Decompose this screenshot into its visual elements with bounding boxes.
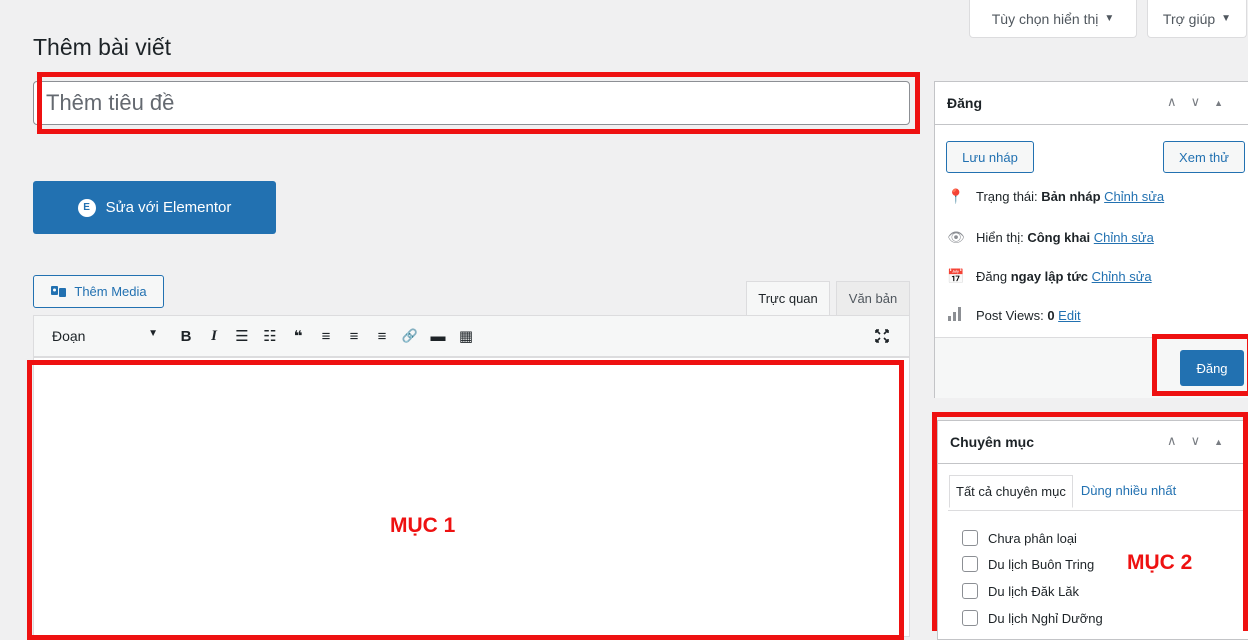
format-select-value: Đoạn	[52, 328, 86, 344]
pin-icon: 📍	[947, 188, 965, 204]
screen-options-button[interactable]: Tùy chọn hiển thị ▼	[969, 0, 1137, 38]
elementor-button-label: Sửa với Elementor	[105, 199, 232, 216]
save-draft-label: Lưu nháp	[962, 149, 1018, 165]
visibility-value: Công khai	[1027, 230, 1091, 245]
quote-icon[interactable]: ❝	[284, 327, 312, 345]
toolbar-toggle-icon[interactable]: ▦	[452, 327, 480, 345]
screen-options-label: Tùy chọn hiển thị	[991, 10, 1099, 27]
highlight-categories-box	[932, 412, 1248, 631]
publish-box-title: Đăng	[947, 95, 982, 111]
edit-schedule-link[interactable]: Chỉnh sửa	[1092, 269, 1152, 284]
add-media-label: Thêm Media	[74, 284, 147, 299]
highlight-editor-box	[27, 360, 904, 640]
read-more-icon[interactable]: ▬	[424, 328, 452, 345]
tab-text-label: Văn bản	[848, 291, 898, 306]
numbered-list-icon[interactable]: ☷	[256, 327, 284, 345]
visibility-label: Hiển thị:	[976, 230, 1024, 245]
italic-icon[interactable]: I	[200, 328, 228, 345]
highlight-title-box	[37, 72, 920, 134]
views-value: 0	[1047, 308, 1055, 323]
tab-visual-label: Trực quan	[758, 291, 818, 306]
fullscreen-icon[interactable]	[873, 327, 891, 345]
status-label: Trạng thái:	[976, 189, 1038, 204]
save-draft-button[interactable]: Lưu nháp	[946, 141, 1034, 173]
schedule-label: Đăng	[976, 269, 1008, 284]
visibility-row: 👁 Hiển thị: Công khai Chỉnh sửa	[946, 229, 1154, 246]
collapse-icon[interactable]: ▲	[1214, 94, 1223, 112]
align-right-icon[interactable]: ≡	[368, 328, 396, 345]
move-up-icon[interactable]: ∧	[1167, 94, 1177, 112]
status-row: 📍 Trạng thái: Bản nháp Chỉnh sửa	[946, 188, 1164, 205]
edit-visibility-link[interactable]: Chỉnh sửa	[1094, 230, 1154, 245]
post-views-row: Post Views: 0 Edit	[946, 306, 1081, 325]
chevron-down-icon: ▼	[1104, 13, 1115, 24]
calendar-icon: 📅	[947, 268, 965, 284]
highlight-publish-button	[1152, 334, 1248, 396]
edit-with-elementor-button[interactable]: E Sửa với Elementor	[33, 181, 276, 234]
bold-icon[interactable]: B	[172, 328, 200, 345]
format-select[interactable]: Đoạn ▼	[34, 328, 172, 344]
help-button[interactable]: Trợ giúp ▼	[1147, 0, 1247, 38]
link-icon[interactable]: 🔗	[396, 328, 424, 344]
bar-chart-icon	[946, 306, 966, 325]
edit-status-link[interactable]: Chỉnh sửa	[1104, 189, 1164, 204]
page-title: Thêm bài viết	[33, 34, 172, 60]
chevron-down-icon: ▼	[148, 328, 158, 339]
help-label: Trợ giúp	[1162, 10, 1216, 27]
tab-visual[interactable]: Trực quan	[746, 281, 830, 315]
align-center-icon[interactable]: ≡	[340, 328, 368, 345]
chevron-down-icon: ▼	[1221, 13, 1232, 24]
tab-text[interactable]: Văn bản	[836, 281, 910, 315]
editor-toolbar: Đoạn ▼ B I ☰ ☷ ❝ ≡ ≡ ≡ 🔗 ▬ ▦	[33, 315, 910, 357]
bullet-list-icon[interactable]: ☰	[228, 327, 256, 345]
elementor-logo-icon: E	[77, 198, 96, 217]
align-left-icon[interactable]: ≡	[312, 328, 340, 345]
add-media-button[interactable]: Thêm Media	[33, 275, 164, 308]
edit-views-link[interactable]: Edit	[1058, 308, 1080, 323]
views-label: Post Views:	[976, 308, 1044, 323]
move-down-icon[interactable]: ∨	[1191, 94, 1201, 112]
schedule-value: ngay lập tức	[1010, 269, 1089, 284]
schedule-row: 📅 Đăng ngay lập tức Chỉnh sửa	[946, 268, 1152, 285]
preview-button[interactable]: Xem thử	[1163, 141, 1245, 173]
preview-label: Xem thử	[1179, 149, 1229, 165]
label-muc-1: MỤC 1	[390, 514, 456, 537]
status-value: Bản nháp	[1041, 189, 1101, 204]
eye-icon: 👁	[947, 229, 965, 245]
media-icon	[51, 285, 67, 297]
